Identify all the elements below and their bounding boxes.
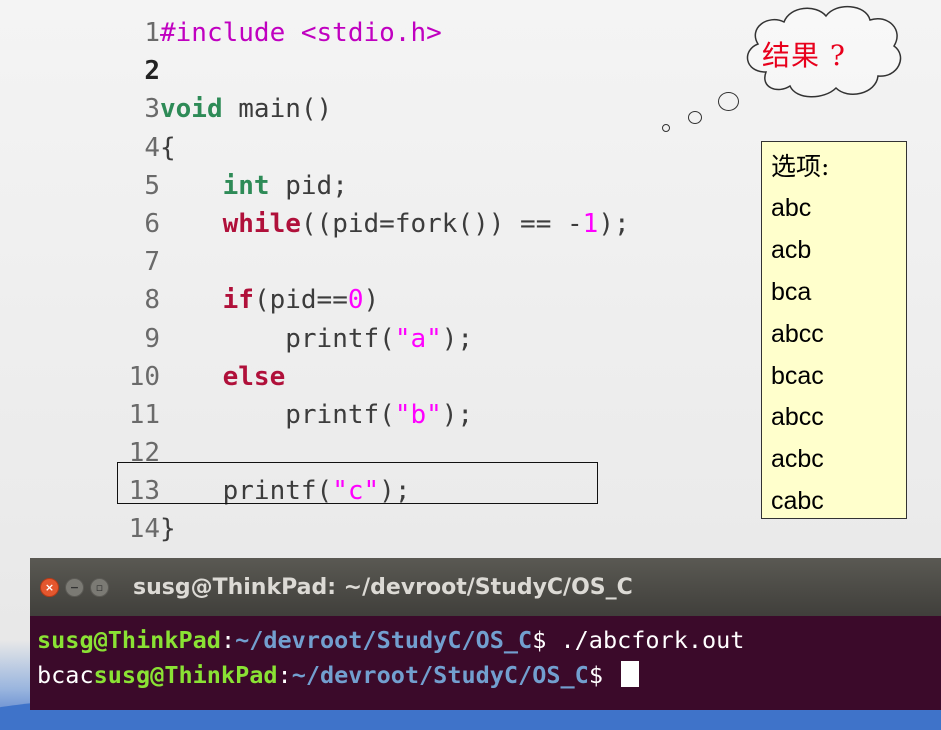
code-line: 7	[108, 243, 748, 281]
code-line: 8 if(pid==0)	[108, 281, 748, 319]
options-box: 选项: abc acb bca abcc bcac abcc acbc cabc	[761, 141, 907, 519]
code-line: 6 while((pid=fork()) == -1);	[108, 205, 748, 243]
option-item: abcc	[771, 403, 824, 432]
keyword: else	[222, 361, 286, 392]
option-item: abc	[771, 194, 812, 222]
keyword: void	[160, 94, 223, 125]
preprocessor-directive: #include <stdio.h>	[160, 18, 442, 48]
code-line: 1#include <stdio.h>	[108, 14, 748, 52]
line-number: 3	[144, 94, 160, 125]
code-text: printf(	[285, 323, 395, 354]
code-text: ((pid=fork()) == -	[300, 208, 583, 239]
line-number: 10	[128, 361, 160, 392]
code-text: );	[598, 208, 630, 239]
option-item: abcc	[771, 319, 824, 348]
close-icon[interactable]: ×	[40, 577, 59, 597]
maximize-icon[interactable]: ▫	[90, 577, 109, 597]
thought-bubble-small	[662, 124, 670, 132]
line-number: 9	[144, 323, 160, 354]
terminal-title: susg@ThinkPad: ~/devroot/StudyC/OS_C	[133, 574, 633, 600]
keyword: if	[222, 285, 254, 316]
code-line: 3void main()	[108, 90, 748, 128]
code-line: 2	[108, 52, 748, 90]
thought-bubble-large	[718, 92, 739, 111]
code-line: 5 int pid;	[108, 167, 748, 205]
code-text: pid;	[269, 170, 348, 201]
highlight-box	[117, 462, 598, 504]
prompt-user: susg@ThinkPad	[93, 661, 278, 689]
line-number: 2	[144, 56, 160, 87]
terminal-line: susg@ThinkPad:~/devroot/StudyC/OS_C$ ./a…	[37, 623, 941, 658]
prompt-symbol: $	[588, 661, 618, 689]
prompt-path: ~/devroot/StudyC/OS_C	[291, 661, 589, 689]
keyword: while	[222, 208, 301, 239]
code-line: 11 printf("b");	[108, 396, 748, 434]
line-number: 7	[144, 247, 160, 278]
option-item: acbc	[771, 445, 824, 474]
thought-bubble-medium	[688, 111, 702, 124]
code-text: }	[160, 514, 176, 545]
terminal-cursor	[621, 661, 640, 687]
code-line: 14}	[108, 510, 748, 548]
line-number: 4	[144, 132, 160, 163]
line-number: 8	[144, 285, 160, 316]
terminal-body[interactable]: susg@ThinkPad:~/devroot/StudyC/OS_C$ ./a…	[30, 616, 941, 693]
option-item: bcac	[771, 361, 824, 390]
number-literal: 1	[582, 208, 599, 239]
line-number: 14	[128, 514, 160, 545]
options-title: 选项:	[771, 152, 830, 181]
command-text: $ ./abcfork.out	[532, 626, 745, 654]
terminal-line: bcacsusg@ThinkPad:~/devroot/StudyC/OS_C$	[37, 658, 941, 693]
line-number: 5	[144, 170, 160, 201]
program-output: bcac	[37, 661, 94, 689]
prompt-colon: :	[277, 661, 292, 689]
minimize-icon[interactable]: −	[65, 577, 84, 597]
option-item: cabc	[771, 487, 824, 516]
code-text: );	[441, 323, 474, 354]
line-number: 11	[128, 399, 160, 430]
code-line: 9 printf("a");	[108, 320, 748, 358]
code-text: {	[160, 132, 176, 163]
line-number: 1	[144, 18, 160, 48]
keyword: int	[222, 170, 270, 201]
option-item: bca	[771, 277, 812, 306]
terminal-titlebar[interactable]: × − ▫ susg@ThinkPad: ~/devroot/StudyC/OS…	[30, 558, 941, 616]
code-text: main()	[222, 94, 333, 125]
string-literal: "b"	[394, 399, 442, 430]
number-literal: 0	[347, 285, 364, 316]
code-text: (pid==	[253, 285, 348, 316]
line-number: 6	[144, 208, 160, 239]
terminal-window: × − ▫ susg@ThinkPad: ~/devroot/StudyC/OS…	[30, 558, 941, 710]
string-literal: "a"	[394, 323, 442, 354]
prompt-user: susg@ThinkPad	[37, 626, 221, 654]
option-item: acb	[771, 235, 812, 264]
thought-text: 结果 ?	[762, 39, 846, 72]
code-line: 10 else	[108, 358, 748, 396]
code-text: )	[363, 285, 380, 316]
code-line: 4{	[108, 129, 748, 167]
code-text: printf(	[285, 399, 395, 430]
code-text: );	[441, 399, 474, 430]
prompt-path: ~/devroot/StudyC/OS_C	[235, 626, 533, 654]
prompt-colon: :	[220, 626, 236, 654]
